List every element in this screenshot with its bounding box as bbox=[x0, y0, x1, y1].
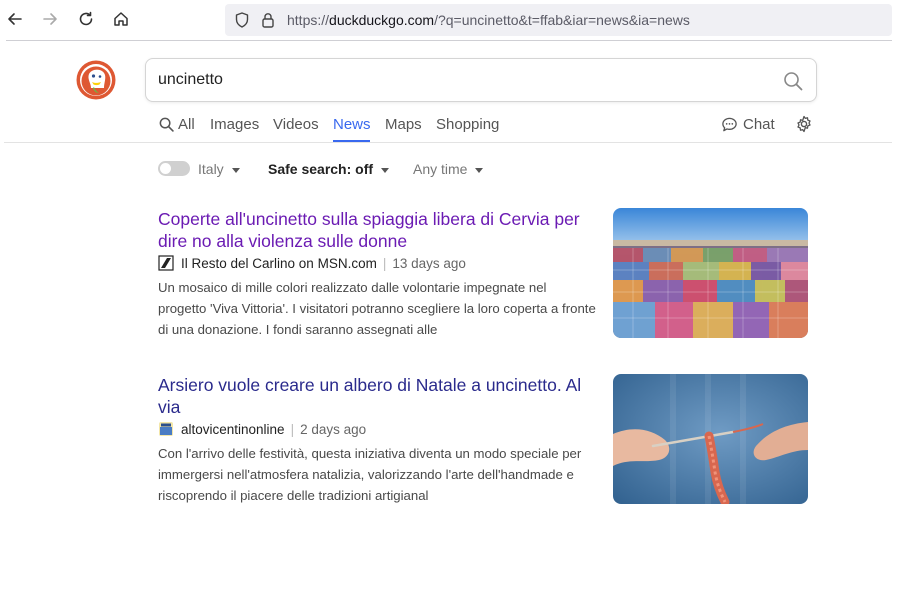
result-title-link[interactable]: Arsiero vuole creare un albero di Natale… bbox=[158, 374, 598, 418]
chevron-down-icon bbox=[475, 167, 484, 173]
search-icon bbox=[159, 117, 174, 132]
result-age: 13 days ago bbox=[392, 255, 466, 271]
search-icon[interactable] bbox=[782, 70, 804, 92]
tab-shopping[interactable]: Shopping bbox=[436, 116, 499, 133]
tab-videos[interactable]: Videos bbox=[273, 116, 319, 133]
lock-icon[interactable] bbox=[259, 11, 277, 29]
reload-button[interactable] bbox=[75, 8, 97, 30]
separator: | bbox=[290, 421, 295, 437]
url-text[interactable]: https://duckduckgo.com/?q=uncinetto&t=ff… bbox=[287, 12, 690, 28]
chevron-down-icon bbox=[231, 167, 240, 173]
url-host: duckduckgo.com bbox=[329, 12, 435, 28]
beach-blankets-image bbox=[613, 208, 808, 338]
region-label: Italy bbox=[198, 161, 224, 177]
back-button[interactable] bbox=[4, 8, 26, 30]
time-dropdown[interactable]: Any time bbox=[413, 161, 484, 177]
tab-label: Maps bbox=[385, 116, 422, 133]
header-divider bbox=[4, 142, 892, 143]
search-input[interactable] bbox=[158, 69, 758, 91]
chat-bubble-icon bbox=[722, 117, 737, 132]
news-result: Coperte all'uncinetto sulla spiaggia lib… bbox=[158, 208, 808, 340]
address-bar[interactable]: https://duckduckgo.com/?q=uncinetto&t=ff… bbox=[225, 4, 892, 36]
tab-news[interactable]: News bbox=[333, 116, 371, 133]
result-snippet: Un mosaico di mille colori realizzato da… bbox=[158, 280, 596, 337]
source-name[interactable]: Il Resto del Carlino on MSN.com bbox=[181, 256, 377, 271]
region-dropdown[interactable]: Italy bbox=[198, 161, 240, 177]
tab-label: Images bbox=[210, 116, 260, 133]
source-name[interactable]: altovicentinonline bbox=[181, 422, 285, 437]
duckduckgo-logo[interactable] bbox=[76, 60, 116, 100]
news-result: Arsiero vuole creare un albero di Natale… bbox=[158, 374, 808, 506]
publisher-favicon-icon bbox=[159, 422, 173, 436]
url-path: /?q=uncinetto&t=ffab&iar=news&ia=news bbox=[434, 12, 690, 28]
separator: | bbox=[382, 255, 387, 271]
arrow-left-icon bbox=[8, 13, 22, 25]
result-thumbnail[interactable] bbox=[613, 208, 808, 338]
tab-images[interactable]: Images bbox=[210, 116, 259, 133]
publisher-favicon-icon bbox=[158, 255, 174, 271]
result-thumbnail[interactable] bbox=[613, 374, 808, 504]
tab-all[interactable]: All bbox=[158, 116, 195, 133]
gear-icon[interactable] bbox=[795, 115, 813, 133]
search-box[interactable] bbox=[145, 58, 817, 102]
result-source: Il Resto del Carlino on MSN.com | 13 day… bbox=[158, 255, 466, 271]
tab-maps[interactable]: Maps bbox=[385, 116, 422, 133]
result-source: altovicentinonline | 2 days ago bbox=[158, 421, 366, 437]
result-age: 2 days ago bbox=[300, 421, 367, 437]
home-icon bbox=[114, 12, 128, 26]
safe-search-label: Safe search: off bbox=[268, 161, 374, 177]
browser-toolbar: https://duckduckgo.com/?q=uncinetto&t=ff… bbox=[0, 0, 900, 42]
tab-label: All bbox=[178, 116, 195, 133]
chat-button[interactable]: Chat bbox=[721, 116, 775, 133]
url-scheme: https:// bbox=[287, 12, 330, 28]
result-title-link[interactable]: Coperte all'uncinetto sulla spiaggia lib… bbox=[158, 208, 598, 252]
toolbar-divider bbox=[6, 40, 892, 41]
chat-label: Chat bbox=[743, 116, 775, 133]
home-button[interactable] bbox=[110, 8, 132, 30]
shield-icon[interactable] bbox=[233, 11, 251, 29]
tab-label: News bbox=[333, 116, 371, 133]
tab-label: Shopping bbox=[436, 116, 500, 133]
region-toggle[interactable] bbox=[158, 161, 190, 176]
result-snippet: Con l'arrivo delle festività, questa ini… bbox=[158, 446, 582, 503]
arrow-right-icon bbox=[43, 13, 57, 25]
crochet-hands-image bbox=[613, 374, 808, 504]
reload-icon bbox=[79, 11, 93, 26]
duck-logo-icon bbox=[76, 60, 116, 100]
chevron-down-icon bbox=[381, 167, 390, 173]
time-label: Any time bbox=[413, 161, 468, 177]
tab-label: Videos bbox=[273, 116, 319, 133]
forward-button[interactable] bbox=[39, 8, 61, 30]
safe-search-dropdown[interactable]: Safe search: off bbox=[268, 161, 390, 177]
